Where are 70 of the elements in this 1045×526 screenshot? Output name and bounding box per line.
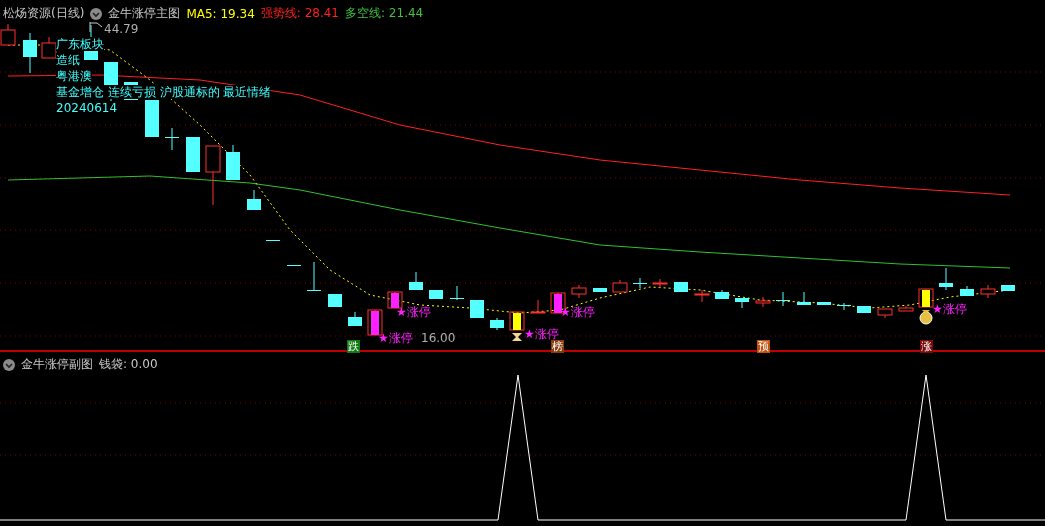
note-text: 20240614 — [56, 101, 118, 115]
candle — [470, 299, 484, 319]
candle — [960, 285, 974, 297]
candle — [877, 308, 893, 319]
candle — [247, 189, 261, 211]
candle — [797, 291, 811, 306]
candle — [776, 291, 790, 307]
signal-badge: 榜 — [551, 340, 564, 353]
signal-badge: 预 — [757, 340, 770, 353]
indicator-value: 钱袋: 0.00 — [99, 356, 158, 373]
candle — [23, 32, 37, 74]
candle — [755, 296, 771, 308]
flag-icon — [89, 21, 103, 33]
candle — [980, 284, 996, 299]
candle — [652, 278, 668, 289]
note-text: 粤港澳 — [56, 69, 92, 83]
dropdown-icon[interactable] — [90, 7, 103, 20]
candle — [715, 289, 729, 300]
indicator-value: 多空线: 21.44 — [345, 5, 424, 22]
candle — [509, 311, 525, 331]
candle — [429, 289, 443, 300]
hourglass-icon — [512, 333, 522, 341]
candle — [226, 144, 240, 181]
money-bag-icon — [919, 310, 933, 325]
candle — [633, 277, 647, 289]
stock-title: 松炀资源(日线) — [3, 5, 85, 22]
candle — [1001, 284, 1015, 292]
candle — [817, 301, 831, 306]
candle — [450, 285, 464, 301]
limit-up-label: ★涨停 — [932, 302, 967, 316]
candle — [145, 99, 159, 138]
candle — [387, 291, 403, 309]
candle — [165, 127, 179, 151]
candle — [593, 287, 607, 293]
limit-up-label: ★涨停 — [560, 305, 595, 319]
candle — [571, 284, 587, 299]
candle — [307, 261, 321, 292]
candle — [490, 317, 504, 331]
candle — [266, 239, 280, 242]
note-text: 广东板块 — [56, 37, 104, 51]
candle — [530, 299, 546, 314]
note-text: 造纸 — [56, 53, 80, 67]
candle — [918, 288, 934, 308]
candle — [328, 293, 342, 308]
price-label: 16.00 — [421, 331, 456, 345]
indicator-title: 金牛涨停主图 — [108, 5, 181, 22]
candle — [898, 305, 914, 312]
limit-up-label: ★涨停 — [378, 331, 413, 345]
candle — [205, 145, 221, 206]
candle — [837, 302, 851, 311]
indicator-value: MA5: 19.34 — [186, 6, 255, 21]
dropdown-icon[interactable] — [3, 358, 15, 371]
candle — [186, 136, 200, 173]
candle — [857, 305, 871, 314]
candle — [287, 264, 301, 267]
limit-up-label: ★涨停 — [524, 327, 559, 341]
candle — [674, 281, 688, 293]
candle — [409, 271, 423, 291]
signal-badge: 跌 — [347, 340, 360, 353]
candle — [939, 267, 953, 291]
limit-up-label: ★涨停 — [396, 305, 431, 319]
candle — [348, 311, 362, 327]
price-label: 44.79 — [104, 22, 139, 36]
indicator-value: 强势线: 28.41 — [260, 5, 339, 22]
candle — [41, 36, 57, 59]
candle — [735, 297, 749, 309]
indicator-title: 金牛涨停副图 — [21, 356, 93, 373]
signal-badge: 涨 — [920, 340, 933, 353]
candle — [694, 289, 710, 303]
candle — [612, 279, 628, 293]
